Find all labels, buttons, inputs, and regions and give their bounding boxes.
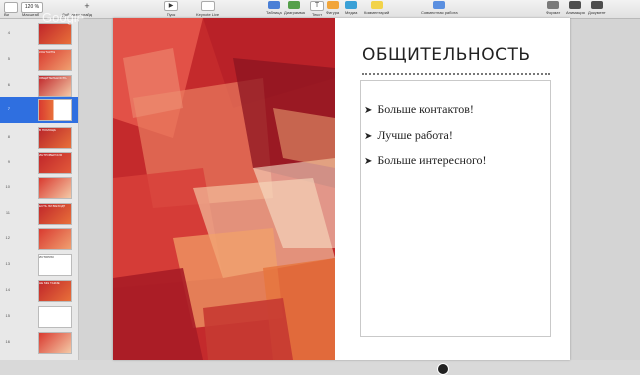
keynote-live-button[interactable]: Keynote Live bbox=[196, 1, 219, 17]
watermark-text: Google bbox=[42, 10, 84, 25]
slide-thumbnail[interactable]: 12 bbox=[0, 226, 78, 250]
arrow-bullet-icon: ➤ bbox=[364, 156, 373, 167]
slide-thumbnail[interactable]: 14 НЕ МЫ ТАКИЕ bbox=[0, 278, 78, 302]
chart-icon bbox=[288, 1, 301, 9]
logo-badge-icon bbox=[437, 363, 449, 375]
collaborate-button[interactable]: Совместная работа bbox=[421, 1, 458, 17]
document-button[interactable]: Документ bbox=[588, 1, 606, 17]
format-button[interactable]: Формат bbox=[546, 1, 560, 17]
thumbnail-image bbox=[38, 306, 72, 328]
slide-thumbnail[interactable]: 10 bbox=[0, 175, 78, 199]
text-button[interactable]: T Текст bbox=[310, 1, 324, 17]
slide-title[interactable]: ОБЩИТЕЛЬНОСТЬ bbox=[362, 45, 531, 65]
thumbnail-image: ОБЩИТЕЛЬНОСТЬ bbox=[38, 75, 72, 97]
slide-thumbnail[interactable]: 9 ИНТРОВЕРСИЯ bbox=[0, 150, 78, 174]
slide-thumbnail[interactable]: 6 ОБЩИТЕЛЬНОСТЬ bbox=[0, 73, 78, 97]
thumbnail-image: В ПОМОЩЬ bbox=[38, 127, 72, 149]
slide-thumbnail-selected[interactable]: 7 bbox=[0, 97, 78, 123]
format-icon bbox=[547, 1, 560, 9]
thumbnail-image bbox=[38, 228, 72, 250]
thumbnail-image: ИНТРОВЕРСИЯ bbox=[38, 152, 72, 174]
document-icon bbox=[590, 1, 603, 9]
thumbnail-image bbox=[38, 23, 72, 45]
play-icon: ▶ bbox=[164, 1, 178, 11]
collaborate-icon bbox=[433, 1, 446, 9]
comment-button[interactable]: Комментарий bbox=[364, 1, 389, 17]
slide-thumbnail[interactable]: 13 ИСТОРИЯ bbox=[0, 252, 78, 276]
table-button[interactable]: Таблица bbox=[266, 1, 282, 17]
comment-icon bbox=[370, 1, 383, 9]
abstract-artwork bbox=[113, 18, 335, 360]
slide-thumbnail[interactable]: 16 bbox=[0, 330, 78, 354]
thumbnail-image: НЕ МЫ ТАКИЕ bbox=[38, 280, 72, 302]
view-label: Ви bbox=[4, 12, 9, 17]
shape-icon bbox=[326, 1, 339, 9]
bullet-item: ➤ Больше контактов! bbox=[364, 102, 474, 116]
shape-button[interactable]: Фигура bbox=[326, 1, 339, 17]
thumbnail-image bbox=[38, 332, 72, 354]
thumbnail-image bbox=[38, 99, 72, 121]
slide-navigator: 4 5 КОНТАКТЫ 6 ОБЩИТЕЛЬНОСТЬ 7 8 В ПОМОЩ… bbox=[0, 19, 79, 360]
chart-button[interactable]: Диаграмма bbox=[284, 1, 305, 17]
toolbar: 120 % Ви Масштаб + Доб. авто.слайд ▶ Пус… bbox=[0, 0, 640, 19]
media-button[interactable]: Медиа bbox=[345, 1, 357, 17]
title-divider bbox=[362, 73, 550, 75]
bullet-item: ➤ Больше интересного! bbox=[364, 153, 487, 167]
text-icon: T bbox=[310, 1, 324, 11]
slide-thumbnail[interactable]: 11 ЕСТЬ ЛИ ВЫХОД? bbox=[0, 201, 78, 225]
thumbnail-image: ЕСТЬ ЛИ ВЫХОД? bbox=[38, 203, 72, 225]
animate-button[interactable]: Анимация bbox=[566, 1, 585, 17]
animate-icon bbox=[569, 1, 582, 9]
bullet-text-box[interactable]: ➤ Больше контактов! ➤ Лучше работа! ➤ Больш… bbox=[360, 80, 551, 337]
slide-thumbnail[interactable]: 15 bbox=[0, 304, 78, 328]
broadcast-icon bbox=[200, 1, 215, 11]
slide-thumbnail[interactable]: 5 КОНТАКТЫ bbox=[0, 47, 78, 71]
slide-thumbnail[interactable]: 8 В ПОМОЩЬ bbox=[0, 125, 78, 149]
zoom-label: Масштаб bbox=[22, 12, 40, 17]
bullet-item: ➤ Лучше работа! bbox=[364, 128, 453, 142]
slide[interactable]: ОБЩИТЕЛЬНОСТЬ ➤ Больше контактов! ➤ Лучше … bbox=[113, 18, 570, 375]
arrow-bullet-icon: ➤ bbox=[364, 131, 373, 142]
add-slide-icon[interactable]: + bbox=[81, 2, 93, 11]
thumbnail-image: КОНТАКТЫ bbox=[38, 49, 72, 71]
thumbnail-image bbox=[38, 177, 72, 199]
table-icon bbox=[267, 1, 280, 9]
media-icon bbox=[345, 1, 358, 9]
thumbnail-image: ИСТОРИЯ bbox=[38, 254, 72, 276]
artwork-image bbox=[113, 18, 335, 360]
play-button[interactable]: ▶ Пуск bbox=[164, 1, 178, 17]
arrow-bullet-icon: ➤ bbox=[364, 105, 373, 116]
